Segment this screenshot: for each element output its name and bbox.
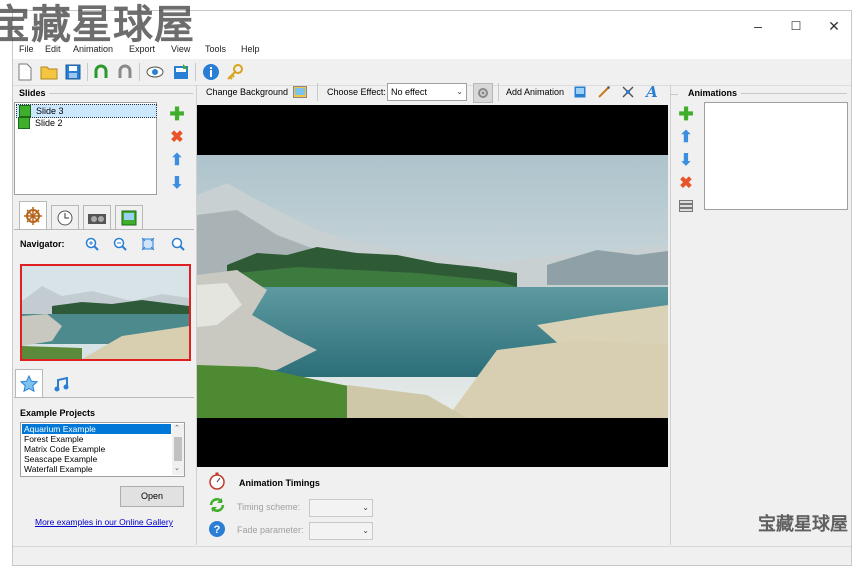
refresh-icon[interactable] (208, 496, 226, 514)
change-background-label[interactable]: Change Background (206, 87, 288, 97)
add-path-animation-icon[interactable] (619, 83, 637, 101)
effect-settings-gear-icon[interactable] (473, 83, 493, 103)
status-bar-divider (13, 546, 851, 547)
zoom-in-icon[interactable] (83, 235, 101, 253)
star-tab[interactable] (15, 369, 43, 397)
animations-list[interactable] (704, 102, 848, 210)
clock-tab[interactable] (51, 205, 79, 229)
move-animation-down-button[interactable]: ⬇ (677, 151, 695, 169)
slide-item-label: Slide 2 (35, 118, 63, 128)
preview-eye-icon[interactable] (145, 62, 165, 82)
app-window: – ☐ ✕ File Edit Animation Export View To… (12, 10, 852, 566)
open-folder-icon[interactable] (39, 62, 59, 82)
tabs-baseline (14, 229, 194, 230)
add-animation-label: Add Animation (506, 87, 565, 97)
svg-text:?: ? (214, 524, 221, 536)
slides-divider (49, 93, 193, 94)
choose-effect-label: Choose Effect: (327, 87, 386, 97)
example-item[interactable]: Seascape Example (22, 454, 171, 464)
slide-item[interactable]: Slide 2 (16, 117, 155, 129)
change-background-icon[interactable] (291, 83, 309, 101)
navigator-label: Navigator: (20, 239, 65, 249)
scroll-up-icon[interactable]: ⌃ (174, 424, 180, 432)
slide-thumbnail-icon (18, 117, 30, 129)
key-icon[interactable] (225, 62, 245, 82)
add-slide-button[interactable]: ✚ (168, 104, 186, 124)
watermark-top: 宝藏星球屋 (0, 2, 195, 48)
main-toolbar (13, 59, 851, 86)
save-icon[interactable] (63, 62, 83, 82)
chevron-down-icon: ⌄ (362, 503, 369, 512)
slide-background-image (197, 155, 668, 418)
example-item[interactable]: Forest Example (22, 434, 171, 444)
navigator-thumbnail[interactable] (20, 264, 191, 361)
tabs-baseline-2 (14, 397, 194, 398)
music-tab[interactable] (47, 373, 75, 397)
slide-canvas[interactable] (197, 105, 668, 467)
add-text-animation-icon[interactable]: A (643, 83, 661, 101)
open-example-button[interactable]: Open (120, 486, 184, 507)
slide-item-selected[interactable]: Slide 3 (16, 104, 157, 118)
scroll-down-icon[interactable]: ⌄ (174, 464, 180, 472)
slide-item-label: Slide 3 (36, 106, 64, 116)
example-item[interactable]: Matrix Code Example (22, 444, 171, 454)
fade-parameter-label: Fade parameter: (237, 525, 304, 535)
effect-select[interactable]: No effect ⌄ (387, 83, 467, 101)
image-tab[interactable] (115, 205, 143, 229)
slide-thumbnail-icon (19, 105, 31, 117)
move-animation-up-button[interactable]: ⬆ (677, 128, 695, 146)
navigator-tab[interactable] (19, 201, 47, 229)
remove-slide-button[interactable]: ✖ (168, 128, 186, 146)
effect-select-value: No effect (391, 87, 427, 97)
chevron-down-icon: ⌄ (456, 87, 463, 96)
scroll-thumb[interactable] (174, 437, 182, 461)
slides-list[interactable]: Slide 3 Slide 2 (14, 102, 157, 195)
animation-properties-icon[interactable] (677, 197, 695, 215)
zoom-fit-icon[interactable] (139, 235, 157, 253)
online-gallery-link[interactable]: More examples in our Online Gallery (35, 517, 173, 527)
example-item-selected[interactable]: Aquarium Example (22, 424, 171, 434)
timing-stopwatch-icon (208, 472, 226, 490)
add-brush-animation-icon[interactable] (595, 83, 613, 101)
info-icon[interactable] (201, 62, 221, 82)
new-file-icon[interactable] (15, 62, 35, 82)
camera-tab[interactable] (83, 205, 111, 229)
animations-divider (741, 93, 847, 94)
chevron-down-icon: ⌄ (362, 526, 369, 535)
undo-icon[interactable] (91, 62, 111, 82)
remove-animation-button[interactable]: ✖ (677, 174, 695, 192)
move-slide-down-button[interactable]: ⬇ (168, 174, 186, 192)
maximize-button[interactable]: ☐ (781, 16, 811, 36)
add-animation-button[interactable]: ✚ (677, 104, 695, 124)
example-list-scrollbar[interactable]: ⌃ ⌄ (172, 424, 184, 475)
example-projects-header: Example Projects (20, 408, 96, 418)
slides-header: Slides (19, 88, 46, 98)
zoom-out-icon[interactable] (111, 235, 129, 253)
example-projects-list[interactable]: Aquarium Example Forest Example Matrix C… (20, 422, 185, 477)
example-item[interactable]: Waterfall Example (22, 464, 171, 474)
menu-help[interactable]: Help (241, 44, 260, 54)
minimize-button[interactable]: – (743, 16, 773, 36)
close-button[interactable]: ✕ (819, 16, 849, 36)
fade-parameter-select[interactable]: ⌄ (309, 522, 373, 540)
timing-scheme-label: Timing scheme: (237, 502, 301, 512)
export-icon[interactable] (171, 62, 191, 82)
redo-icon[interactable] (115, 62, 135, 82)
animation-timings-header: Animation Timings (239, 478, 320, 488)
menu-tools[interactable]: Tools (205, 44, 226, 54)
animations-header: Animations (688, 88, 738, 98)
watermark-bottom: 宝藏星球屋 (758, 514, 848, 535)
zoom-actual-icon[interactable] (169, 235, 187, 253)
help-icon[interactable]: ? (208, 520, 226, 538)
add-image-animation-icon[interactable] (571, 83, 589, 101)
timing-scheme-select[interactable]: ⌄ (309, 499, 373, 517)
move-slide-up-button[interactable]: ⬆ (168, 151, 186, 169)
